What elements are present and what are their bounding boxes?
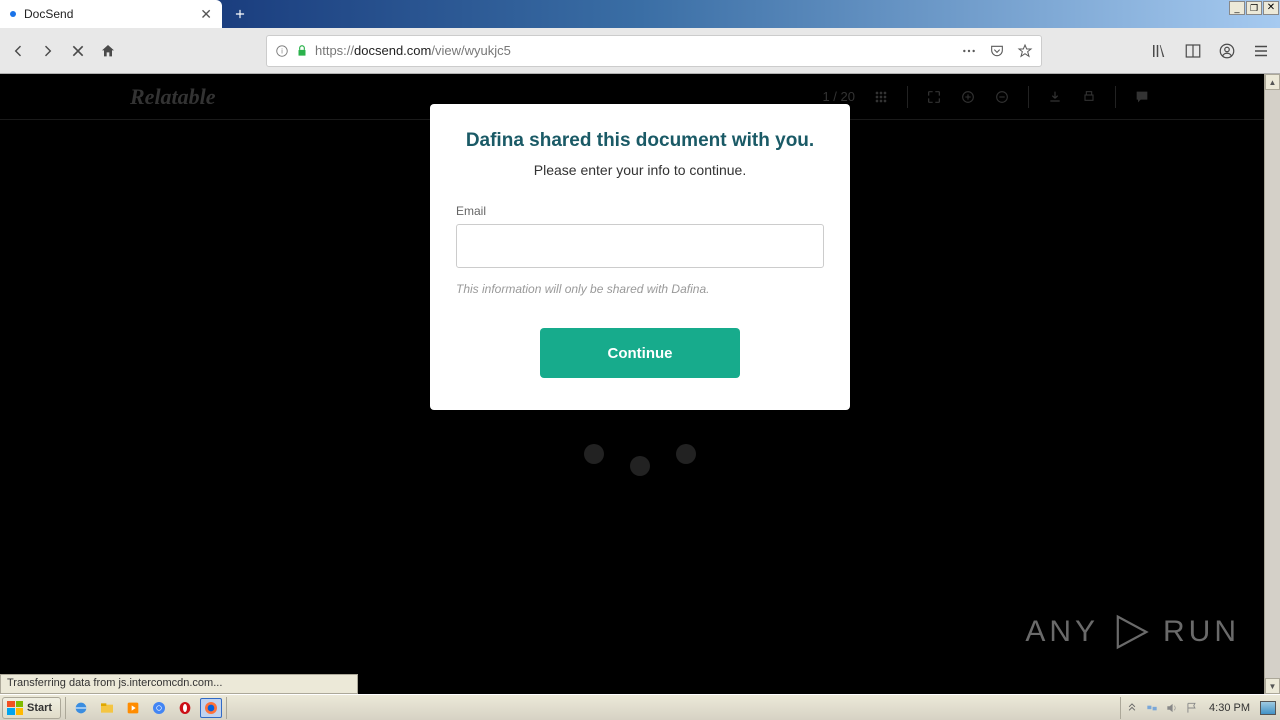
browser-toolbar: i https://docsend.com/view/wyukjc5 <box>0 28 1280 74</box>
more-icon[interactable] <box>961 43 977 59</box>
clock[interactable]: 4:30 PM <box>1205 702 1254 714</box>
tray-expand-icon[interactable] <box>1125 701 1139 715</box>
stop-icon[interactable] <box>70 43 86 59</box>
close-tab-icon[interactable]: ✕ <box>200 6 212 23</box>
print-icon[interactable] <box>1081 89 1097 105</box>
system-tray: 4:30 PM <box>1120 697 1280 719</box>
bookmark-star-icon[interactable] <box>1017 43 1033 59</box>
loading-dot-icon <box>10 11 16 17</box>
forward-icon[interactable] <box>40 43 56 59</box>
fullscreen-icon[interactable] <box>926 89 942 105</box>
scroll-thumb[interactable] <box>1265 90 1280 678</box>
scroll-down-arrow[interactable]: ▼ <box>1265 678 1280 694</box>
email-label: Email <box>456 204 824 218</box>
media-icon[interactable] <box>122 698 144 718</box>
watermark: ANY RUN <box>1025 610 1240 654</box>
play-triangle-icon <box>1109 610 1153 654</box>
url-text: https://docsend.com/view/wyukjc5 <box>315 43 511 58</box>
grid-icon[interactable] <box>873 89 889 105</box>
continue-button[interactable]: Continue <box>540 328 740 378</box>
opera-icon[interactable] <box>174 698 196 718</box>
modal-title: Dafina shared this document with you. <box>456 130 824 152</box>
quick-launch <box>65 697 227 719</box>
taskbar: Start 4:30 PM <box>0 694 1280 720</box>
lock-icon <box>295 44 309 58</box>
privacy-note: This information will only be shared wit… <box>456 282 824 296</box>
brand-logo: Relatable <box>130 84 216 110</box>
comment-icon[interactable] <box>1134 89 1150 105</box>
start-button[interactable]: Start <box>2 697 61 719</box>
minimize-button[interactable]: _ <box>1229 1 1245 15</box>
show-desktop-icon[interactable] <box>1260 701 1276 715</box>
browser-tab[interactable]: DocSend ✕ <box>0 0 222 28</box>
address-bar[interactable]: i https://docsend.com/view/wyukjc5 <box>266 35 1042 67</box>
zoom-out-icon[interactable] <box>994 89 1010 105</box>
flag-tray-icon[interactable] <box>1185 701 1199 715</box>
volume-icon[interactable] <box>1165 701 1179 715</box>
explorer-icon[interactable] <box>96 698 118 718</box>
tab-title: DocSend <box>24 7 73 21</box>
info-icon[interactable]: i <box>275 44 289 58</box>
email-field[interactable] <box>456 224 824 268</box>
modal-subtitle: Please enter your info to continue. <box>456 162 824 178</box>
network-icon[interactable] <box>1145 701 1159 715</box>
window-controls: _ ❐ ✕ <box>1229 0 1280 28</box>
page-content: Relatable 1 / 20 Dafina shared this docu… <box>0 74 1280 694</box>
vertical-scrollbar[interactable]: ▲ ▼ <box>1264 74 1280 694</box>
library-icon[interactable] <box>1150 42 1168 60</box>
loading-spinner <box>584 444 696 476</box>
chrome-icon[interactable] <box>148 698 170 718</box>
windows-flag-icon <box>7 701 23 715</box>
pocket-icon[interactable] <box>989 43 1005 59</box>
download-icon[interactable] <box>1047 89 1063 105</box>
window-titlebar: DocSend ✕ _ ❐ ✕ <box>0 0 1280 28</box>
zoom-in-icon[interactable] <box>960 89 976 105</box>
back-icon[interactable] <box>10 43 26 59</box>
status-bar: Transferring data from js.intercomcdn.co… <box>0 674 358 694</box>
menu-icon[interactable] <box>1252 42 1270 60</box>
page-indicator: 1 / 20 <box>822 89 855 104</box>
maximize-button[interactable]: ❐ <box>1246 1 1262 15</box>
svg-text:i: i <box>281 48 283 55</box>
sidebar-icon[interactable] <box>1184 42 1202 60</box>
firefox-taskbar-icon[interactable] <box>200 698 222 718</box>
account-icon[interactable] <box>1218 42 1236 60</box>
new-tab-button[interactable] <box>222 0 258 28</box>
window-close-button[interactable]: ✕ <box>1263 1 1279 15</box>
scroll-up-arrow[interactable]: ▲ <box>1265 74 1280 90</box>
auth-modal: Dafina shared this document with you. Pl… <box>430 104 850 410</box>
home-icon[interactable] <box>100 43 116 59</box>
ie-icon[interactable] <box>70 698 92 718</box>
